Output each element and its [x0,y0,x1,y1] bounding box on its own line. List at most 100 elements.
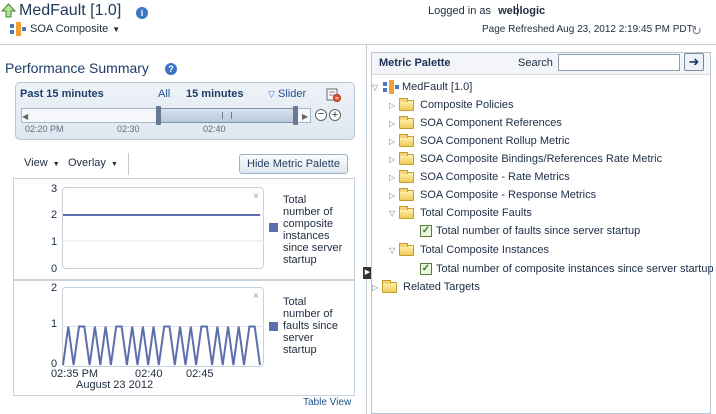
legend-swatch [269,223,278,232]
tree-item-label: SOA Composite - Response Metrics [420,189,597,201]
tree-item-component-rollup[interactable]: ▷ SOA Component Rollup Metric [389,132,570,150]
chart-1-ytick-1: 1 [51,236,58,248]
chart-1-ytick-3: 3 [51,183,58,195]
close-icon[interactable]: × [253,191,259,202]
tree-item-faults-metric[interactable]: ✓ Total number of faults since server sta… [420,222,640,240]
help-icon[interactable]: ? [165,63,177,75]
tree-item-instances-metric[interactable]: ✓ Total number of composite instances sin… [420,260,714,278]
close-icon[interactable]: × [253,291,259,302]
metric-palette-title: Metric Palette [379,57,451,69]
tree-item-label: SOA Composite Bindings/References Rate M… [420,153,663,165]
tree-item-related-targets[interactable]: ▷ Related Targets [372,278,480,296]
tree-item-label: Total number of composite instances sinc… [436,263,714,275]
folder-icon [399,187,414,201]
tree-item-response-metrics[interactable]: ▷ SOA Composite - Response Metrics [389,186,596,204]
time-tick-1: 02:20 PM [25,124,64,134]
scroll-right-icon[interactable]: ▶ [302,112,308,121]
collapsed-icon[interactable]: ▷ [389,137,399,146]
tree-item-total-faults[interactable]: ▽ Total Composite Faults [389,204,532,222]
refresh-icon[interactable]: ↻ [691,23,705,38]
chart-2-legend: Total number of faults since server star… [283,296,339,356]
overlay-menu[interactable]: Overlay ▼ [68,157,118,169]
chart-2-ytick-2: 2 [51,282,58,294]
range-label: 15 minutes [186,88,244,100]
tree-item-composite-policies[interactable]: ▷ Composite Policies [389,96,514,114]
tree-item-total-instances[interactable]: ▽ Total Composite Instances [389,241,549,259]
chart-2-series-line [62,325,261,366]
soa-composite-menu[interactable]: SOA Composite ▼ [9,22,120,36]
page-refreshed: Page Refreshed Aug 23, 2012 2:19:45 PM P… [482,24,693,35]
tree-item-label: SOA Component References [420,117,562,129]
collapsed-icon[interactable]: ▷ [372,283,382,292]
table-view-link[interactable]: Table View [303,397,351,408]
tree-item-label: Composite Policies [420,99,514,111]
collapsed-icon[interactable]: ▷ [389,119,399,128]
slider-right-handle[interactable] [293,106,298,125]
tree-item-label: Total Composite Faults [420,207,532,219]
edit-date-icon[interactable] [325,86,341,102]
view-menu[interactable]: View ▼ [24,157,60,169]
all-link[interactable]: All [158,88,170,100]
tree-item-component-references[interactable]: ▷ SOA Component References [389,114,562,132]
tree-root-label: MedFault [1.0] [402,81,473,93]
folder-icon [399,169,414,183]
time-tick-2: 02:30 [117,124,140,134]
composite-icon [382,80,400,94]
checkbox-checked[interactable]: ✓ [420,225,432,237]
app-title: MedFault [1.0] [19,2,122,19]
chart-1-legend: Total number of composite instances sinc… [283,194,343,266]
tree-item-label: SOA Component Rollup Metric [420,135,570,147]
search-label: Search [518,57,553,69]
collapsed-icon[interactable]: ▷ [389,155,399,164]
tree-item-rate-metrics[interactable]: ▷ SOA Composite - Rate Metrics [389,168,570,186]
expanded-icon[interactable]: ▽ [389,246,399,255]
header-divider [0,44,716,45]
tree-item-bindings-references[interactable]: ▷ SOA Composite Bindings/References Rate … [389,150,662,168]
folder-icon [399,115,414,129]
time-tick-3: 02:40 [203,124,226,134]
chevron-down-icon: ▼ [110,161,118,168]
info-icon[interactable]: i [136,7,148,19]
search-go-icon[interactable]: ➜ [684,53,704,71]
legend-swatch [269,322,278,331]
folder-icon [382,279,397,293]
zoom-in-icon[interactable]: + [329,109,341,121]
zoom-out-icon[interactable]: − [315,109,327,121]
toolbar-divider [128,153,129,175]
chart-1-ytick-2: 2 [51,209,58,221]
cursor-bar [517,4,518,16]
expanded-icon[interactable]: ▽ [389,209,399,218]
slider-toggle[interactable]: ▽ Slider [268,88,306,100]
slider-label: Slider [277,88,307,100]
performance-summary-title: Performance Summary [5,60,149,76]
checkbox-checked[interactable]: ✓ [420,263,432,275]
search-input[interactable] [558,54,680,71]
chart-1-ytick-0: 0 [51,263,58,275]
past-label: Past 15 minutes [20,88,104,100]
chart-2-svg [62,325,264,366]
folder-icon [399,151,414,165]
collapsed-icon[interactable]: ▷ [389,173,399,182]
chevron-down-icon: ▼ [52,161,60,168]
overlay-label: Overlay [68,157,106,169]
collapsed-icon[interactable]: ▷ [389,191,399,200]
folder-icon [399,97,414,111]
hide-metric-palette-button[interactable]: Hide Metric Palette [239,154,348,174]
tree-root[interactable]: ▽ MedFault [1.0] [372,78,472,96]
tree-item-label: Related Targets [403,281,480,293]
triangle-down-icon: ▽ [268,89,275,99]
folder-icon [399,242,414,256]
scroll-left-icon[interactable]: ◀ [22,112,28,121]
slider-left-handle[interactable] [156,106,161,125]
expanded-icon[interactable]: ▽ [372,83,382,92]
login-status: Logged in as weblogic [428,5,545,17]
folder-icon [399,133,414,147]
date-label: August 23 2012 [76,379,154,391]
chart-2-ytick-1: 1 [51,318,58,330]
slider-grip[interactable] [222,112,232,119]
collapsed-icon[interactable]: ▷ [389,101,399,110]
up-arrow-icon[interactable] [0,3,17,18]
panel-splitter [366,44,367,414]
tree-item-label: Total number of faults since server star… [436,225,641,237]
context-menu-label: SOA Composite [30,23,109,35]
